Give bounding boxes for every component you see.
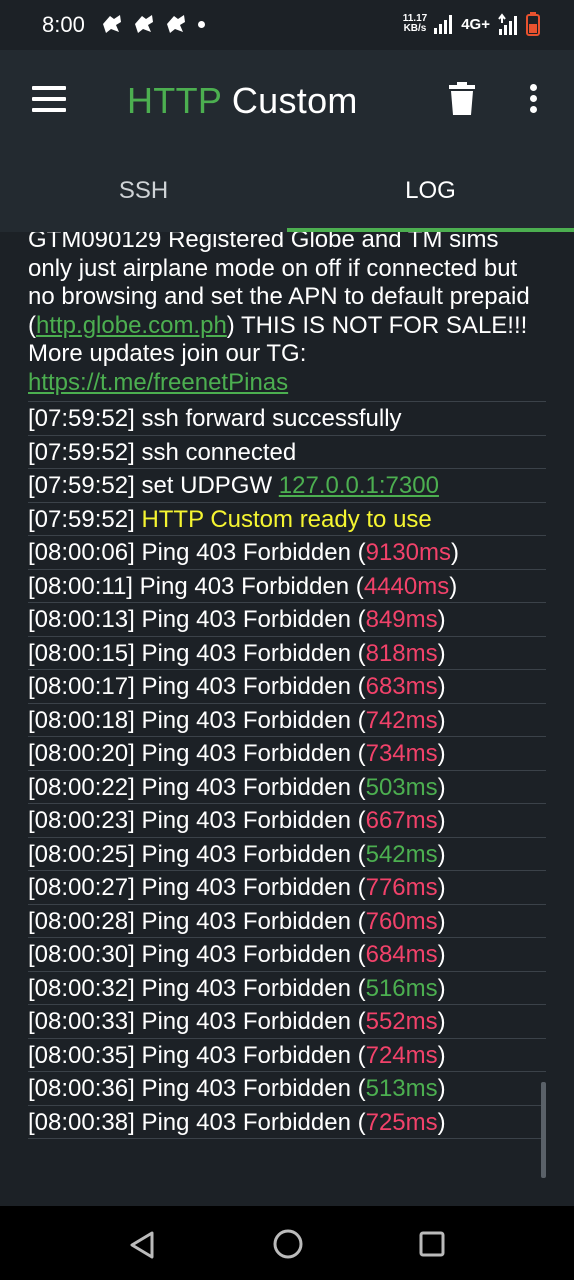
navigation-bar	[0, 1206, 574, 1280]
log-line: [07:59:52] ssh connected	[28, 436, 546, 469]
log-line: [08:00:27] Ping 403 Forbidden (776ms)	[28, 871, 546, 905]
back-icon[interactable]	[128, 1230, 156, 1260]
log-line: [08:00:20] Ping 403 Forbidden (734ms)	[28, 737, 546, 771]
globe-link[interactable]: http.globe.com.ph	[36, 312, 227, 339]
log-line: [08:00:33] Ping 403 Forbidden (552ms)	[28, 1005, 546, 1039]
app-notification-icon	[103, 15, 121, 33]
network-speed: 11.17 KB/s	[402, 13, 428, 34]
network-type: 4G+	[461, 15, 490, 33]
log-line: [08:00:35] Ping 403 Forbidden (724ms)	[28, 1039, 546, 1072]
signal-icon	[434, 15, 453, 34]
notification-icons	[100, 13, 205, 35]
delete-icon[interactable]	[449, 82, 475, 116]
menu-icon[interactable]	[32, 86, 66, 112]
telegram-link[interactable]: https://t.me/freenetPinas	[28, 369, 288, 396]
log-line: [08:00:36] Ping 403 Forbidden (513ms)	[28, 1072, 546, 1106]
tab-log[interactable]: LOG	[287, 150, 574, 232]
more-notifications-dot	[198, 20, 205, 28]
home-icon[interactable]	[272, 1228, 304, 1260]
app-notification-icon	[135, 15, 153, 33]
status-right: 11.17 KB/s 4G+	[403, 12, 540, 36]
log-intro: GTM090129 Registered Globe and TM sims o…	[28, 232, 546, 402]
log-line: [07:59:52] ssh forward successfully	[28, 402, 546, 436]
status-time: 8:00	[42, 12, 85, 37]
battery-icon	[526, 12, 540, 36]
log-line: [08:00:17] Ping 403 Forbidden (683ms)	[28, 670, 546, 704]
log-line: [08:00:18] Ping 403 Forbidden (742ms)	[28, 704, 546, 737]
udpgw-link[interactable]: 127.0.0.1:7300	[279, 472, 439, 499]
tab-bar: SSH LOG	[0, 150, 574, 232]
app-notification-icon	[167, 15, 185, 33]
log-list: GTM090129 Registered Globe and TM sims o…	[28, 232, 546, 1139]
app-toolbar: HTTP Custom	[0, 50, 574, 150]
more-vert-icon[interactable]	[530, 84, 540, 114]
log-line: [08:00:38] Ping 403 Forbidden (725ms)	[28, 1106, 546, 1139]
app-title: HTTP Custom	[127, 80, 358, 121]
log-line: [08:00:06] Ping 403 Forbidden (9130ms)	[28, 536, 546, 570]
log-line: [08:00:11] Ping 403 Forbidden (4440ms)	[28, 570, 546, 603]
tab-ssh[interactable]: SSH	[0, 150, 287, 232]
log-line: [08:00:13] Ping 403 Forbidden (849ms)	[28, 603, 546, 637]
recent-apps-icon[interactable]	[418, 1230, 446, 1258]
log-area[interactable]: GTM090129 Registered Globe and TM sims o…	[0, 232, 574, 1206]
log-line: [08:00:32] Ping 403 Forbidden (516ms)	[28, 972, 546, 1005]
log-line: [08:00:23] Ping 403 Forbidden (667ms)	[28, 804, 546, 838]
status-bar: 8:00 11.17 KB/s 4G+	[0, 0, 574, 50]
log-line: [07:59:52] set UDPGW 127.0.0.1:7300	[28, 469, 546, 503]
log-line: [08:00:28] Ping 403 Forbidden (760ms)	[28, 905, 546, 938]
log-line: [08:00:15] Ping 403 Forbidden (818ms)	[28, 637, 546, 670]
log-line: [07:59:52] HTTP Custom ready to use	[28, 503, 546, 536]
log-line: [08:00:25] Ping 403 Forbidden (542ms)	[28, 838, 546, 871]
log-line: [08:00:30] Ping 403 Forbidden (684ms)	[28, 938, 546, 972]
log-line: [08:00:22] Ping 403 Forbidden (503ms)	[28, 771, 546, 804]
scrollbar[interactable]	[541, 1082, 546, 1178]
signal-icon	[498, 13, 517, 35]
